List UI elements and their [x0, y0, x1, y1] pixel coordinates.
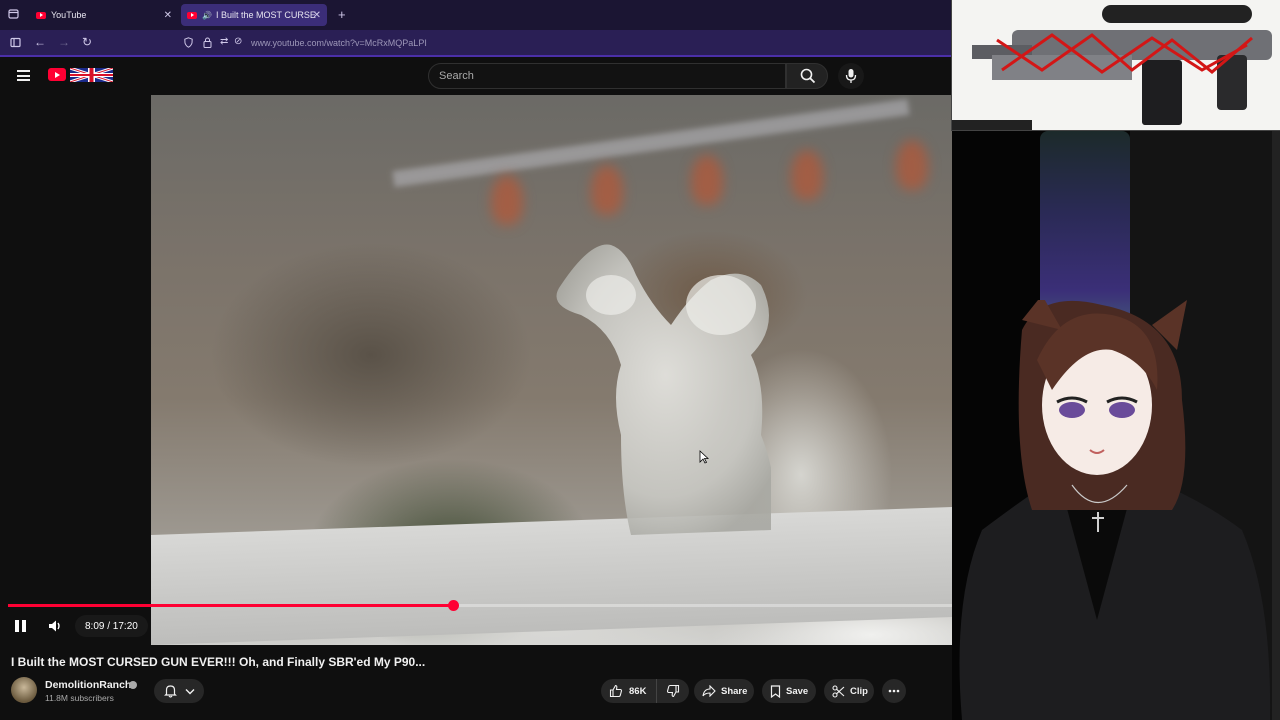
- subscription-bell-button[interactable]: [154, 679, 204, 703]
- share-icon: [702, 685, 716, 697]
- progress-scrubber-handle[interactable]: [447, 600, 459, 611]
- bell-icon: [163, 685, 177, 698]
- save-button[interactable]: Save: [762, 679, 816, 703]
- video-background-beam: [392, 98, 910, 188]
- share-button[interactable]: Share: [694, 679, 754, 703]
- like-dislike-group: 86K: [601, 679, 689, 703]
- video-background-target: [896, 140, 928, 190]
- browser-tab-bar: YouTube ✕ 🔊 I Built the MOST CURSED G ✕ …: [0, 0, 952, 30]
- search-input[interactable]: [428, 63, 786, 89]
- share-label: Share: [721, 685, 748, 697]
- video-background-target: [591, 165, 623, 215]
- vtuber-avatar: [959, 300, 1271, 720]
- hamburger-menu-icon[interactable]: [17, 70, 30, 81]
- search-placeholder: Search: [439, 70, 474, 82]
- video-background-target: [491, 175, 523, 225]
- pause-icon: [22, 620, 26, 632]
- more-horizontal-icon: [888, 689, 900, 693]
- speaker-icon[interactable]: 🔊: [202, 11, 212, 20]
- dislike-button[interactable]: [657, 679, 689, 703]
- thumbs-up-icon: [609, 684, 623, 698]
- like-button[interactable]: 86K: [601, 679, 657, 703]
- save-label: Save: [786, 685, 809, 697]
- mouse-cursor-icon: [699, 450, 709, 464]
- close-tab-icon[interactable]: ✕: [313, 10, 321, 21]
- subscriber-count: 11.8M subscribers: [45, 693, 114, 703]
- bookmark-icon: [770, 684, 781, 698]
- forward-arrow-icon[interactable]: →: [58, 35, 70, 49]
- url-text[interactable]: www.youtube.com/watch?v=McRxMQPaLPI: [251, 38, 427, 48]
- pause-icon: [15, 620, 19, 632]
- youtube-favicon-icon: [36, 11, 46, 19]
- like-count: 86K: [629, 685, 647, 697]
- tab-title: I Built the MOST CURSED G: [215, 10, 316, 20]
- uk-flag-logo-icon[interactable]: [69, 66, 114, 84]
- verified-badge-icon: [129, 681, 137, 689]
- video-title: I Built the MOST CURSED GUN EVER!!! Oh, …: [11, 655, 426, 669]
- progress-played: [8, 604, 453, 607]
- new-tab-icon[interactable]: +: [338, 7, 346, 22]
- search-icon: [800, 68, 816, 84]
- reload-icon[interactable]: ↻: [82, 35, 92, 49]
- video-background-target: [691, 155, 723, 205]
- clip-button[interactable]: Clip: [824, 679, 874, 703]
- clip-label: Clip: [850, 685, 868, 697]
- video-player[interactable]: [151, 95, 952, 645]
- ballistic-gel-squirrel: [556, 244, 771, 535]
- tab-youtube[interactable]: YouTube ✕: [30, 4, 178, 26]
- tab-video[interactable]: 🔊 I Built the MOST CURSED G ✕: [181, 4, 327, 26]
- sidebar-toggle-icon[interactable]: [10, 37, 21, 51]
- tab-title: YouTube: [51, 10, 87, 20]
- voice-search-button[interactable]: [838, 63, 864, 89]
- time-display: 8:09 / 17:20: [75, 615, 148, 637]
- youtube-logo-icon[interactable]: [48, 68, 66, 81]
- search-button[interactable]: [786, 63, 828, 89]
- volume-button[interactable]: [47, 618, 63, 634]
- video-background-target: [791, 150, 823, 200]
- stream-overlay-gun-image: [951, 0, 1280, 131]
- youtube-favicon-icon: [187, 11, 197, 19]
- time-text: 8:09 / 17:20: [85, 620, 138, 632]
- more-actions-button[interactable]: [882, 679, 906, 703]
- scissors-icon: [832, 684, 845, 698]
- channel-avatar[interactable]: [11, 677, 37, 703]
- thumbs-down-icon: [666, 684, 680, 698]
- chevron-down-icon: [185, 688, 194, 694]
- tab-list-icon[interactable]: [8, 8, 19, 22]
- progress-bar[interactable]: [8, 600, 952, 611]
- pause-button[interactable]: [14, 619, 28, 633]
- close-tab-icon[interactable]: ✕: [164, 10, 172, 21]
- back-arrow-icon[interactable]: ←: [34, 35, 46, 49]
- volume-icon: [49, 620, 60, 632]
- channel-name[interactable]: DemolitionRanch: [45, 679, 131, 691]
- microphone-icon: [845, 69, 857, 83]
